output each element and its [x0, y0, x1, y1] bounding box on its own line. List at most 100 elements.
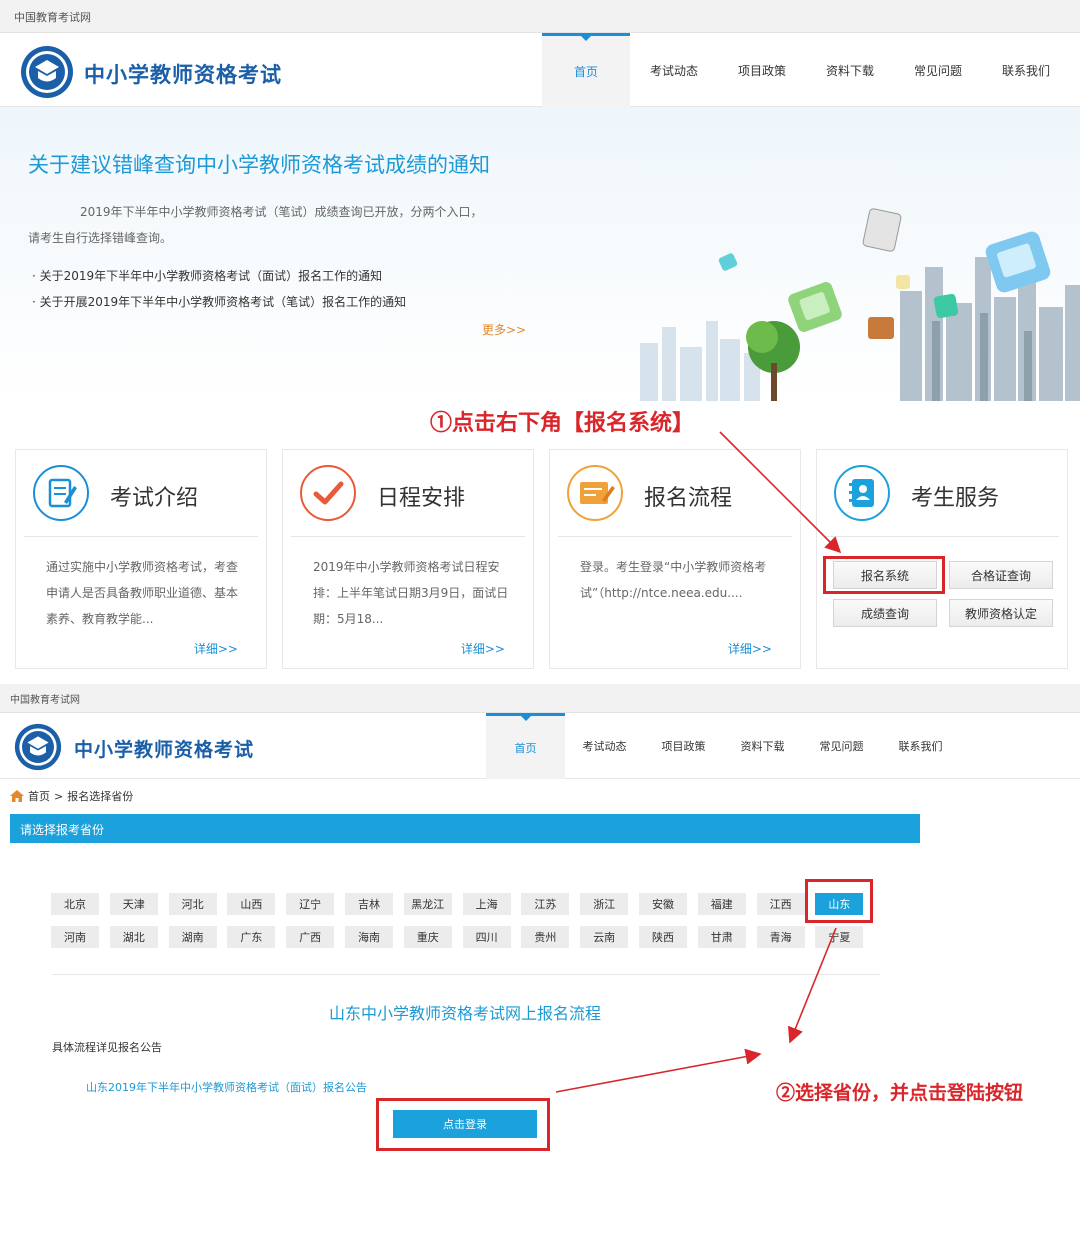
breadcrumb-current: 报名选择省份: [67, 790, 134, 803]
province-option[interactable]: 河南: [51, 926, 99, 948]
nav-exam-news[interactable]: 考试动态: [630, 33, 718, 107]
card-title[interactable]: 考生服务: [911, 480, 999, 512]
score-query-button[interactable]: 成绩查询: [833, 599, 937, 627]
card-divider: [558, 536, 792, 537]
banner-news-link[interactable]: 关于开展2019年下半年中小学教师资格考试（笔试）报名工作的通知: [32, 293, 407, 319]
card-divider: [825, 536, 1059, 537]
card-divider: [24, 536, 258, 537]
home-icon[interactable]: [10, 790, 24, 802]
card-registration-process: 报名流程 登录。考生登录“中小学教师资格考试”（http://ntce.neea…: [549, 449, 801, 669]
nav-contact[interactable]: 联系我们: [982, 33, 1070, 107]
nav-home[interactable]: 首页: [542, 33, 630, 107]
process-subtitle: 具体流程详见报名公告: [52, 1041, 162, 1054]
province-option[interactable]: 重庆: [403, 926, 452, 948]
province-option[interactable]: 湖南: [168, 926, 217, 948]
province-option[interactable]: 浙江: [580, 893, 629, 915]
neea-logo-icon[interactable]: [20, 45, 74, 99]
province-option[interactable]: 湖北: [109, 926, 158, 948]
arrow-to-login: [555, 1048, 762, 1093]
card-body: 2019年中小学教师资格考试日程安排：上半年笔试日期3月9日，面试日期：5月18…: [313, 560, 509, 626]
banner-paragraph: 2019年下半年中小学教师资格考试（笔试）成绩查询已开放，分两个入口，: [80, 205, 483, 219]
province-option[interactable]: 辽宁: [286, 893, 335, 915]
province-option[interactable]: 福建: [697, 893, 746, 915]
nav-policy[interactable]: 项目政策: [644, 713, 723, 779]
divider: [52, 974, 880, 975]
province-option[interactable]: 山西: [227, 893, 276, 915]
site-title[interactable]: 中小学教师资格考试: [74, 735, 254, 762]
highlight-box: [805, 879, 873, 923]
checkmark-icon: [300, 465, 356, 521]
certificate-query-button[interactable]: 合格证查询: [949, 561, 1053, 589]
nav-faq[interactable]: 常见问题: [894, 33, 982, 107]
highlight-box: [376, 1098, 550, 1151]
province-option[interactable]: 江苏: [521, 893, 570, 915]
nav-faq[interactable]: 常见问题: [802, 713, 881, 779]
breadcrumb-separator: >: [54, 789, 64, 803]
contact-book-icon: [834, 465, 890, 521]
card-body: 登录。考生登录“中小学教师资格考试”（http://ntce.neea.edu.…: [580, 560, 767, 600]
breadcrumb: 首页 > 报名选择省份: [10, 788, 133, 804]
highlight-box: [823, 556, 945, 594]
province-option[interactable]: 安徽: [639, 893, 687, 915]
banner-news-list: 关于2019年下半年中小学教师资格考试（面试）报名工作的通知 关于开展2019年…: [32, 267, 407, 319]
province-option[interactable]: 海南: [345, 926, 393, 948]
top-bar-text: 中国教育考试网: [10, 695, 80, 706]
top-bar: 中国教育考试网: [0, 684, 1080, 713]
qualification-cert-button[interactable]: 教师资格认定: [949, 599, 1053, 627]
province-option[interactable]: 四川: [462, 926, 511, 948]
top-bar: 中国教育考试网: [0, 0, 1080, 33]
annotation-step2: ②选择省份，并点击登陆按钮: [776, 1082, 1024, 1104]
card-more-link[interactable]: 详细>>: [194, 640, 238, 657]
card-more-link[interactable]: 详细>>: [728, 640, 772, 657]
annotation-step1: ①点击右下角【报名系统】: [430, 410, 695, 436]
province-option[interactable]: 贵州: [521, 926, 570, 948]
form-edit-icon: [567, 465, 623, 521]
province-option[interactable]: 广东: [227, 926, 276, 948]
process-title: 山东中小学教师资格考试网上报名流程: [328, 1004, 601, 1023]
card-title[interactable]: 考试介绍: [110, 480, 198, 512]
main-nav: 首页 考试动态 项目政策 资料下载 常见问题 联系我们: [486, 713, 960, 779]
province-option[interactable]: 陕西: [639, 926, 687, 948]
site-header: 中小学教师资格考试 首页 考试动态 项目政策 资料下载 常见问题 联系我们: [0, 713, 1080, 779]
card-title[interactable]: 日程安排: [377, 480, 465, 512]
card-more-link[interactable]: 详细>>: [461, 640, 505, 657]
province-option[interactable]: 甘肃: [697, 926, 746, 948]
nav-policy[interactable]: 项目政策: [718, 33, 806, 107]
province-option[interactable]: 广西: [286, 926, 335, 948]
nav-downloads[interactable]: 资料下载: [806, 33, 894, 107]
section-title: 请选择报考省份: [20, 823, 105, 837]
card-exam-intro: 考试介绍 通过实施中小学教师资格考试，考查申请人是否具备教师职业道德、基本素养、…: [15, 449, 267, 669]
banner-paragraph-cont: 请考生自行选择错峰查询。: [28, 231, 173, 245]
banner-title[interactable]: 关于建议错峰查询中小学教师资格考试成绩的通知: [28, 149, 490, 179]
nav-downloads[interactable]: 资料下载: [723, 713, 802, 779]
card-candidate-services: 考生服务 报名系统 合格证查询 成绩查询 教师资格认定: [816, 449, 1068, 669]
neea-logo-icon[interactable]: [14, 723, 62, 771]
banner-news-link[interactable]: 关于2019年下半年中小学教师资格考试（面试）报名工作的通知: [32, 267, 406, 293]
breadcrumb-home[interactable]: 首页: [28, 788, 50, 804]
main-nav: 首页 考试动态 项目政策 资料下载 常见问题 联系我们: [542, 33, 1070, 107]
card-body: 通过实施中小学教师资格考试，考查申请人是否具备教师职业道德、基本素养、教育教学能…: [46, 560, 239, 626]
card-title[interactable]: 报名流程: [644, 480, 732, 512]
province-option[interactable]: 江西: [756, 893, 805, 915]
announcement-link[interactable]: 山东2019年下半年中小学教师资格考试（面试）报名公告: [86, 1079, 367, 1095]
site-title[interactable]: 中小学教师资格考试: [84, 59, 282, 89]
top-bar-text: 中国教育考试网: [14, 11, 91, 24]
province-option[interactable]: 云南: [580, 926, 629, 948]
section-header: 请选择报考省份: [10, 814, 920, 843]
nav-exam-news[interactable]: 考试动态: [565, 713, 644, 779]
nav-contact[interactable]: 联系我们: [881, 713, 960, 779]
province-option[interactable]: 天津: [109, 893, 158, 915]
province-option[interactable]: 青海: [756, 926, 805, 948]
province-option[interactable]: 河北: [168, 893, 217, 915]
hero-banner: 关于建议错峰查询中小学教师资格考试成绩的通知 2019年下半年中小学教师资格考试…: [0, 107, 1080, 401]
province-option[interactable]: 上海: [462, 893, 511, 915]
province-option[interactable]: 黑龙江: [403, 893, 452, 915]
province-option[interactable]: 吉林: [345, 893, 393, 915]
city-illustration-icon: [640, 208, 1080, 401]
card-schedule: 日程安排 2019年中小学教师资格考试日程安排：上半年笔试日期3月9日，面试日期…: [282, 449, 534, 669]
province-option[interactable]: 北京: [51, 893, 99, 915]
nav-home[interactable]: 首页: [486, 713, 565, 779]
province-option[interactable]: 宁夏: [815, 926, 864, 948]
document-edit-icon: [33, 465, 89, 521]
card-divider: [291, 536, 525, 537]
